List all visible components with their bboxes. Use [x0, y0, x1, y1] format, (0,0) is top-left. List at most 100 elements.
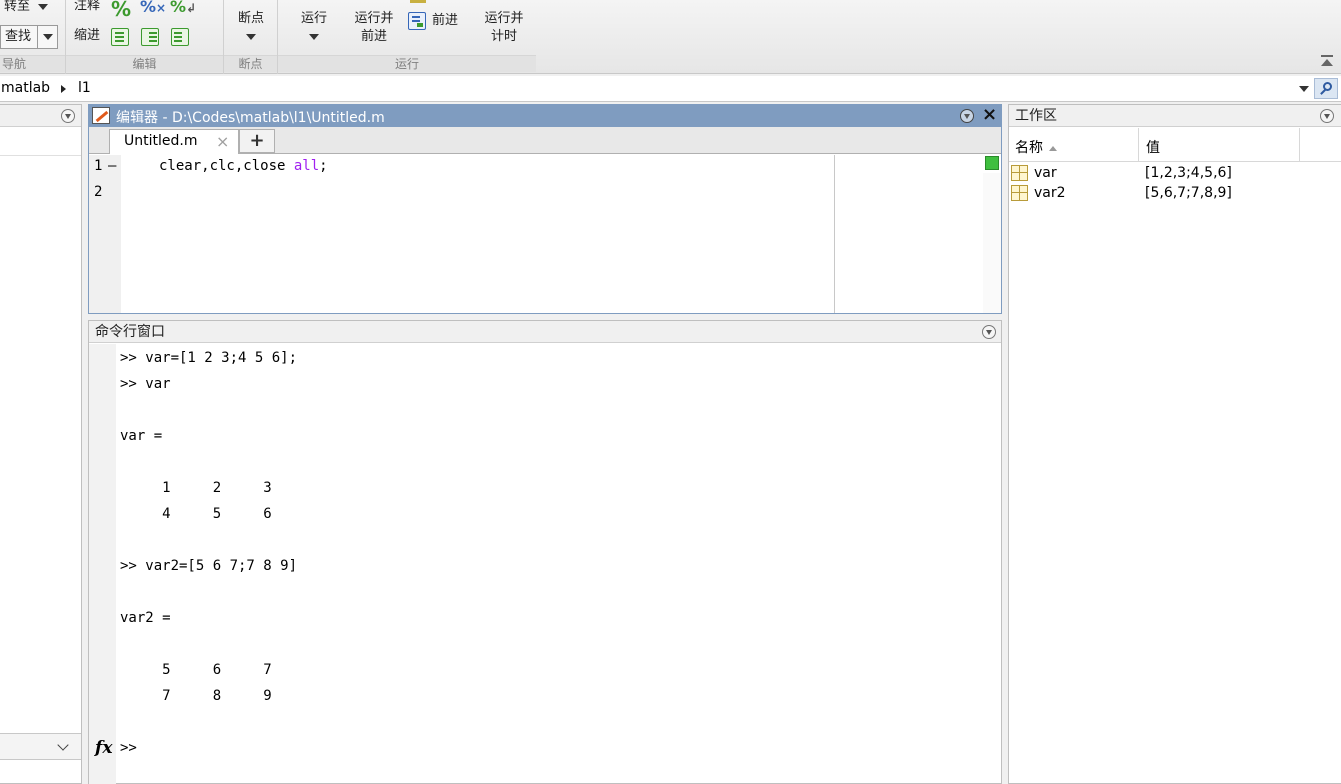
advance-top-icon	[410, 0, 426, 3]
command-line: >> var2=[5 6 7;7 8 9]	[120, 558, 298, 574]
chevron-down-icon	[309, 34, 319, 40]
chevron-down-icon	[246, 34, 256, 40]
close-tab-icon[interactable]: ×	[216, 132, 229, 151]
tab-label: Untitled.m	[124, 133, 198, 149]
command-line: 4 5 6	[120, 506, 272, 522]
advance-icon[interactable]	[408, 12, 426, 30]
run-button[interactable]: 运行	[294, 10, 334, 46]
column-header-value[interactable]: 值	[1140, 128, 1300, 162]
edit-section: 注释 % %× %↲ 缩进 编辑	[66, 0, 224, 74]
function-browser-icon[interactable]: fx	[95, 738, 112, 758]
matrix-variable-icon	[1011, 185, 1028, 201]
comment-label: 注释	[74, 0, 101, 13]
code-tail: ;	[319, 158, 328, 174]
command-prompt[interactable]: >>	[120, 740, 137, 756]
command-line: var2 =	[120, 610, 171, 626]
decrease-indent-icon[interactable]	[171, 28, 189, 46]
breakpoints-button[interactable]: 断点	[224, 10, 278, 46]
find-button[interactable]: 查找	[0, 25, 58, 49]
editor-title: 编辑器 - D:\Codes\matlab\l1\Untitled.m	[116, 110, 385, 126]
right-margin-line	[834, 155, 835, 313]
breadcrumb-item[interactable]: matlab	[1, 80, 50, 96]
sort-ascending-icon	[1049, 145, 1058, 151]
command-line: 5 6 7	[120, 662, 272, 678]
matrix-variable-icon	[1011, 165, 1028, 181]
run-and-time-label-1: 运行并	[484, 11, 524, 26]
column-header-name[interactable]: 名称	[1009, 128, 1139, 162]
chevron-down-icon	[38, 3, 49, 10]
run-label: 运行	[300, 11, 327, 26]
breakpoints-section: 断点 断点	[224, 0, 278, 74]
run-and-time-label-2: 计时	[490, 29, 517, 44]
run-section: 运行 运行并 前进 前进 运行并 计时 运行	[278, 0, 536, 74]
variable-name: var	[1034, 165, 1057, 181]
find-dropdown[interactable]	[37, 26, 57, 48]
run-and-advance-label-1: 运行并	[354, 11, 394, 26]
editor-title-bar: 编辑器 - D:\Codes\matlab\l1\Untitled.m ×	[89, 105, 1001, 127]
details-divider[interactable]	[0, 733, 81, 760]
workspace-header: 名称 值	[1009, 128, 1341, 162]
run-and-advance-label-2: 前进	[360, 29, 387, 44]
plus-icon: +	[249, 130, 265, 151]
editor-scroll-track[interactable]	[983, 173, 1001, 313]
navigate-section: 转至 查找 导航	[0, 0, 66, 74]
variable-value: [1,2,3;4,5,6]	[1145, 165, 1232, 181]
command-output[interactable]: >> var=[1 2 3;4 5 6]; >> var var = 1 2 3…	[89, 344, 1001, 784]
editor-panel: 编辑器 - D:\Codes\matlab\l1\Untitled.m × Un…	[88, 104, 1002, 314]
find-label: 查找	[5, 29, 32, 44]
indent-label: 缩进	[74, 28, 101, 43]
panel-actions-icon[interactable]	[982, 325, 996, 339]
command-line: >> var	[120, 376, 171, 392]
wrap-comment-icon[interactable]: %↲	[170, 0, 196, 16]
code-keyword: all	[293, 158, 320, 174]
collapse-toolstrip-icon[interactable]	[1320, 54, 1334, 68]
comment-percent-icon[interactable]: %	[111, 0, 131, 21]
variable-name: var2	[1034, 185, 1066, 201]
chevron-down-icon[interactable]	[57, 739, 69, 751]
command-line: 7 8 9	[120, 688, 272, 704]
line-number-gutter: 1 — 2	[89, 155, 121, 313]
close-icon[interactable]: ×	[982, 105, 998, 125]
goto-label: 转至	[4, 0, 31, 14]
command-line: >> var=[1 2 3;4 5 6];	[120, 350, 298, 366]
uncomment-icon[interactable]: %×	[140, 0, 166, 16]
panel-actions-icon[interactable]	[61, 109, 75, 123]
add-tab-button[interactable]: +	[239, 129, 275, 153]
advance-label[interactable]: 前进	[432, 12, 458, 30]
run-caption: 运行	[278, 55, 536, 72]
tab-untitled[interactable]: Untitled.m ×	[109, 129, 239, 154]
goto-button[interactable]: 转至	[4, 0, 60, 16]
workspace-title: 工作区	[1009, 105, 1341, 127]
search-folder-button[interactable]	[1314, 78, 1338, 99]
edit-pencil-icon	[92, 107, 110, 124]
breadcrumb-item[interactable]: l1	[78, 80, 91, 96]
editor-tab-strip: Untitled.m × +	[89, 127, 1001, 154]
chevron-down-icon	[43, 34, 53, 40]
increase-indent-icon[interactable]	[141, 28, 159, 46]
folder-header-row	[0, 128, 81, 156]
panel-actions-icon[interactable]	[960, 109, 974, 123]
smart-indent-icon[interactable]	[111, 28, 129, 46]
run-and-advance-button[interactable]: 运行并 前进	[348, 10, 400, 46]
current-folder-bar[interactable]: matlab l1	[0, 76, 1341, 102]
code-line-1[interactable]: clear,clc,close all;	[159, 158, 328, 174]
workspace-panel: 工作区 名称 值 var [1,2,3;4,5,6] var2 [5,6,7;7…	[1008, 104, 1341, 784]
variable-value: [5,6,7;7,8,9]	[1145, 185, 1232, 201]
code-analyzer-indicator[interactable]	[985, 156, 999, 170]
panel-actions-icon[interactable]	[1320, 109, 1334, 123]
command-line: var =	[120, 428, 163, 444]
current-folder-panel	[0, 104, 82, 784]
navigate-caption: 导航	[0, 55, 65, 72]
edit-caption: 编辑	[66, 55, 223, 72]
workspace-row[interactable]: var2 [5,6,7;7,8,9]	[1009, 183, 1341, 203]
toolstrip: 转至 查找 导航 注释 % %× %↲ 缩进 编辑 断点 断点 运行 运行并 前…	[0, 0, 1341, 74]
breakpoint-dash[interactable]: —	[108, 158, 116, 174]
run-and-time-button[interactable]: 运行并 计时	[478, 10, 530, 46]
breadcrumb-separator-icon	[61, 85, 66, 93]
folder-history-dropdown-icon[interactable]	[1299, 86, 1309, 92]
breakpoints-caption: 断点	[224, 55, 277, 72]
code-text: clear,clc,close	[159, 158, 294, 174]
line-number: 1	[94, 158, 103, 174]
workspace-row[interactable]: var [1,2,3;4,5,6]	[1009, 163, 1341, 183]
breakpoints-label: 断点	[237, 11, 264, 26]
